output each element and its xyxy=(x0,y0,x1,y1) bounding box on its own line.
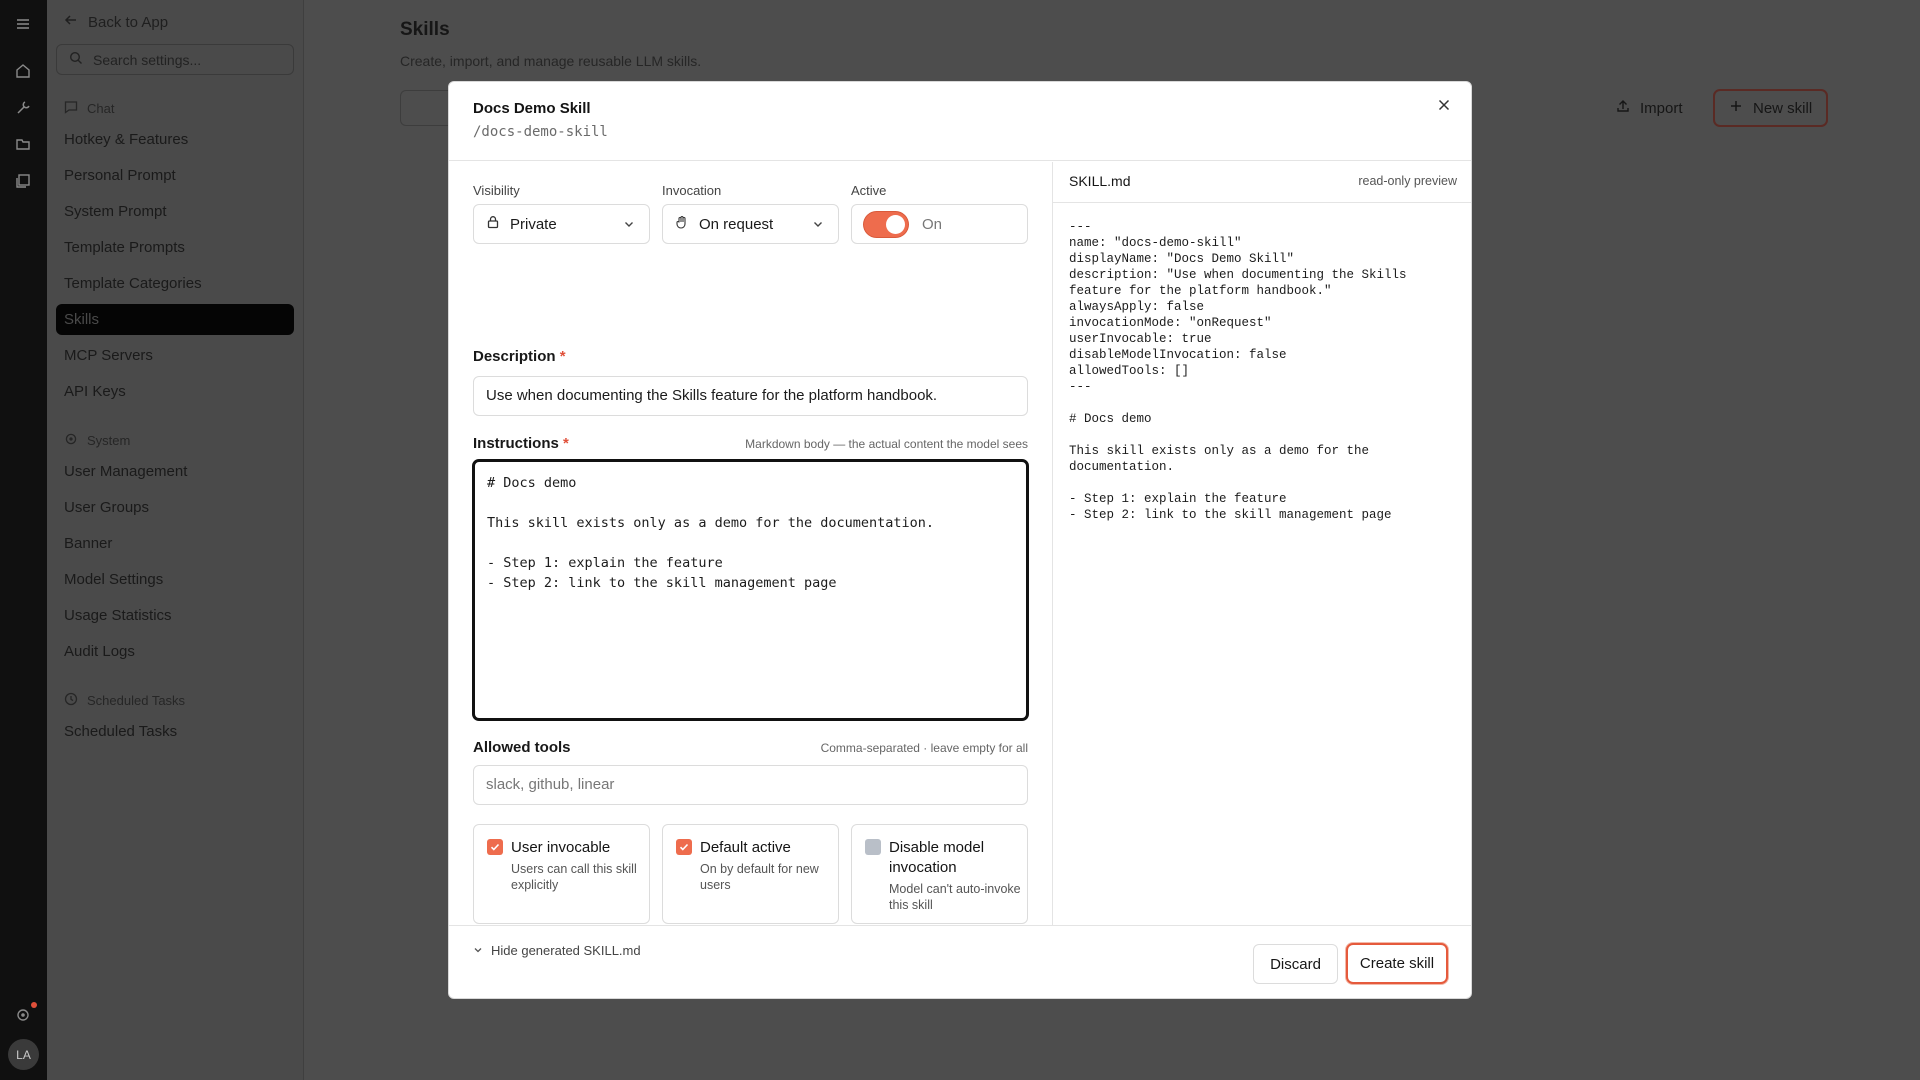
hand-icon xyxy=(675,215,689,233)
plus-icon xyxy=(1729,99,1743,117)
description-label: Description * xyxy=(473,348,566,365)
user-invocable-checkbox[interactable] xyxy=(487,839,503,855)
back-label: Back to App xyxy=(88,13,169,31)
discard-button[interactable]: Discard xyxy=(1253,944,1338,984)
instructions-textarea[interactable]: # Docs demo This skill exists only as a … xyxy=(472,459,1029,721)
section-system-label: System xyxy=(87,433,131,448)
notification-dot xyxy=(31,1002,37,1008)
sidebar-item-template-categories[interactable]: Template Categories xyxy=(64,275,202,292)
sidebar-item-banner[interactable]: Banner xyxy=(64,535,112,552)
card-description: On by default for new users xyxy=(700,862,819,892)
disable-model-invocation-checkbox[interactable] xyxy=(865,839,881,855)
sidebar-item-usage-statistics[interactable]: Usage Statistics xyxy=(64,607,172,624)
visibility-label: Visibility xyxy=(473,183,520,198)
default-active-card[interactable]: Default active On by default for new use… xyxy=(662,824,839,924)
section-tasks-label: Scheduled Tasks xyxy=(87,693,186,708)
preview-tag: read-only preview xyxy=(1358,174,1457,188)
arrow-left-icon xyxy=(64,13,78,31)
skill-editor-dialog: Docs Demo Skill /docs-demo-skill Visibil… xyxy=(448,81,1472,999)
disable-model-invocation-card[interactable]: Disable model invocation Model can't aut… xyxy=(851,824,1028,924)
description-input[interactable]: Use when documenting the Skills feature … xyxy=(473,376,1028,416)
active-field: On xyxy=(851,204,1028,244)
active-toggle[interactable] xyxy=(864,211,908,237)
visibility-value: Private xyxy=(510,215,557,233)
sidebar-item-hotkey-features[interactable]: Hotkey & Features xyxy=(64,131,188,148)
wrench-icon[interactable] xyxy=(14,99,32,117)
sidebar-item-personal-prompt[interactable]: Personal Prompt xyxy=(64,167,176,184)
sidebar-item-api-keys[interactable]: API Keys xyxy=(64,383,126,400)
user-invocable-card[interactable]: User invocable Users can call this skill… xyxy=(473,824,650,924)
card-title: User invocable xyxy=(511,839,611,856)
preview-header: SKILL.md read-only preview xyxy=(1053,162,1471,203)
new-skill-label: New skill xyxy=(1753,99,1813,117)
import-label: Import xyxy=(1640,99,1683,117)
dialog-title: Docs Demo Skill xyxy=(473,100,591,117)
dialog-header: Docs Demo Skill /docs-demo-skill xyxy=(449,82,1471,161)
form-panel: Visibility Private Invocation On request… xyxy=(449,162,1052,958)
allowed-tools-input[interactable]: slack, github, linear xyxy=(473,765,1028,805)
page-title: Skills xyxy=(400,19,450,40)
active-label: Active xyxy=(851,183,887,198)
upload-icon xyxy=(1616,99,1630,117)
menu-icon[interactable] xyxy=(14,15,32,33)
instructions-hint: Markdown body — the actual content the m… xyxy=(745,437,1028,451)
toggle-knob xyxy=(886,214,905,234)
gallery-icon[interactable] xyxy=(14,172,32,190)
card-title: Disable model invocation xyxy=(889,839,985,876)
invocation-select[interactable]: On request xyxy=(662,204,839,244)
invocation-value: On request xyxy=(699,215,774,233)
chat-icon xyxy=(64,100,78,117)
import-button[interactable]: Import xyxy=(1602,89,1697,127)
settings-search-input[interactable]: Search settings... xyxy=(56,44,294,75)
card-description: Users can call this skill explicitly xyxy=(511,862,637,892)
search-placeholder: Search settings... xyxy=(93,51,202,68)
sidebar-item-user-groups[interactable]: User Groups xyxy=(64,499,149,516)
active-value: On xyxy=(922,215,943,233)
close-button[interactable] xyxy=(1433,95,1455,117)
section-scheduled-tasks: Scheduled Tasks xyxy=(64,692,185,709)
sidebar-item-model-settings[interactable]: Model Settings xyxy=(64,571,163,588)
close-icon xyxy=(1438,98,1450,114)
card-description: Model can't auto-invoke this skill xyxy=(889,882,1021,912)
avatar[interactable]: LA xyxy=(8,1039,39,1070)
page-subtitle: Create, import, and manage reusable LLM … xyxy=(400,53,702,69)
skill-slug: /docs-demo-skill xyxy=(473,124,608,140)
sidebar-item-scheduled-tasks[interactable]: Scheduled Tasks xyxy=(64,723,177,740)
create-skill-button[interactable]: Create skill xyxy=(1346,943,1448,984)
section-system: System xyxy=(64,432,130,449)
instructions-label: Instructions * xyxy=(473,435,569,452)
back-to-app-link[interactable]: Back to App xyxy=(64,13,168,31)
new-skill-button[interactable]: New skill xyxy=(1713,89,1829,127)
lock-icon xyxy=(486,215,500,233)
sidebar-item-user-management[interactable]: User Management xyxy=(64,463,187,480)
settings-icon[interactable] xyxy=(14,1006,32,1024)
home-icon[interactable] xyxy=(14,62,32,80)
preview-panel: SKILL.md read-only preview --- name: "do… xyxy=(1052,162,1471,925)
invocation-label: Invocation xyxy=(662,183,722,198)
dialog-footer: Discard Create skill xyxy=(449,925,1471,998)
sidebar-item-mcp-servers[interactable]: MCP Servers xyxy=(64,347,153,364)
gear-icon xyxy=(64,432,78,449)
allowed-tools-hint: Comma-separated · leave empty for all xyxy=(820,741,1028,755)
section-chat-label: Chat xyxy=(87,101,115,116)
card-title: Default active xyxy=(700,839,791,856)
sidebar-item-audit-logs[interactable]: Audit Logs xyxy=(64,643,135,660)
section-chat: Chat xyxy=(64,100,114,117)
chevron-down-icon xyxy=(812,217,824,234)
sidebar-item-template-prompts[interactable]: Template Prompts xyxy=(64,239,185,256)
search-icon xyxy=(69,51,83,68)
icon-rail: LA xyxy=(0,0,47,1080)
allowed-tools-label: Allowed tools xyxy=(473,739,571,756)
visibility-select[interactable]: Private xyxy=(473,204,650,244)
sidebar-item-skills[interactable]: Skills xyxy=(56,304,294,335)
folder-icon[interactable] xyxy=(14,135,32,153)
preview-title: SKILL.md xyxy=(1069,173,1131,189)
settings-sidebar: Back to App Search settings... Chat Hotk… xyxy=(47,0,304,1080)
clock-icon xyxy=(64,692,78,709)
sidebar-item-system-prompt[interactable]: System Prompt xyxy=(64,203,167,220)
skill-md-preview: --- name: "docs-demo-skill" displayName:… xyxy=(1069,220,1407,522)
default-active-checkbox[interactable] xyxy=(676,839,692,855)
chevron-down-icon xyxy=(623,217,635,234)
